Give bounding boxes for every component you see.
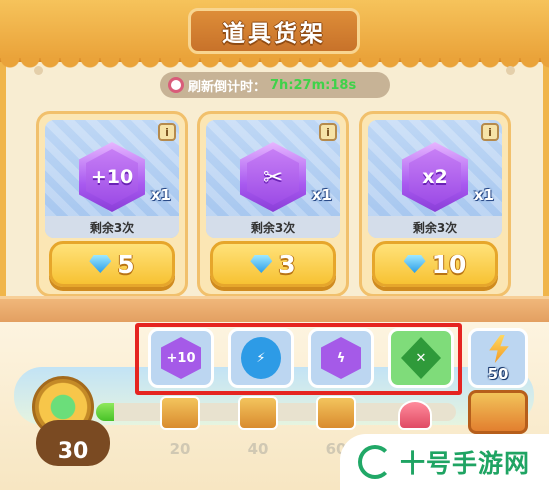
energy-count: 50: [487, 365, 509, 383]
awning-decoration: [0, 58, 549, 72]
item-art: i +10 x1 剩余3次: [45, 120, 179, 238]
clock-icon: [168, 77, 184, 93]
diamond-icon: [89, 255, 112, 273]
shop-item-scissors[interactable]: i ✂ x1 剩余3次 3: [197, 111, 349, 297]
refresh-label: 刷新倒计时：: [188, 79, 267, 95]
progress-fill: [96, 403, 114, 421]
item-quantity: x1: [150, 186, 171, 204]
times2-gem-icon: x2: [402, 142, 468, 212]
shop-item-times2[interactable]: i x2 x1 剩余3次 10: [359, 111, 511, 297]
item-icon-text: +10: [86, 149, 138, 205]
level-number: 30: [36, 420, 110, 466]
diamond-icon: [250, 255, 273, 273]
milestone-chest-icon[interactable]: [316, 396, 356, 430]
milestone-label: 40: [247, 440, 269, 458]
refresh-timer: 刷新倒计时： 7h:27m:18s: [160, 72, 390, 98]
heart-chest-icon[interactable]: [398, 400, 432, 430]
item-remaining: 剩余3次: [368, 216, 502, 238]
info-icon[interactable]: i: [158, 123, 176, 141]
diamond-icon: [403, 255, 426, 273]
item-price: 5: [117, 249, 135, 279]
watermark: 十号手游网: [340, 434, 549, 490]
page-title: 道具货架: [222, 21, 326, 47]
refresh-countdown: 7h:27m:18s: [270, 77, 357, 93]
item-remaining: 剩余3次: [45, 216, 179, 238]
watermark-text: 十号手游网: [400, 449, 531, 478]
nail-decoration: [34, 66, 43, 75]
item-quantity: x1: [473, 186, 494, 204]
energy-slot[interactable]: 50: [468, 328, 528, 388]
milestone-chest-icon[interactable]: [160, 396, 200, 430]
item-remaining: 剩余3次: [206, 216, 340, 238]
buy-button[interactable]: 3: [210, 241, 336, 287]
powerup-highlight-frame: [135, 323, 462, 395]
milestone-chest-icon[interactable]: [238, 396, 278, 430]
shelf: [0, 296, 549, 322]
item-art: i ✂ x1 剩余3次: [206, 120, 340, 238]
energy-bolt-icon: [489, 335, 509, 363]
info-icon[interactable]: i: [481, 123, 499, 141]
item-art: i x2 x1 剩余3次: [368, 120, 502, 238]
treasure-chest-icon[interactable]: [468, 390, 528, 434]
title-plate: 道具货架: [188, 8, 360, 54]
buy-button[interactable]: 10: [372, 241, 498, 287]
item-price: 10: [431, 249, 467, 279]
buy-button[interactable]: 5: [49, 241, 175, 287]
shop-item-plus10[interactable]: i +10 x1 剩余3次 5: [36, 111, 188, 297]
item-icon-text: ✂: [247, 149, 299, 205]
watermark-logo-icon: [358, 445, 392, 479]
nail-decoration: [506, 66, 515, 75]
scissors-gem-icon: ✂: [240, 142, 306, 212]
item-icon-text: x2: [409, 149, 461, 205]
info-icon[interactable]: i: [319, 123, 337, 141]
milestone-label: 20: [169, 440, 191, 458]
plus10-gem-icon: +10: [79, 142, 145, 212]
item-quantity: x1: [311, 186, 332, 204]
item-price: 3: [278, 249, 296, 279]
